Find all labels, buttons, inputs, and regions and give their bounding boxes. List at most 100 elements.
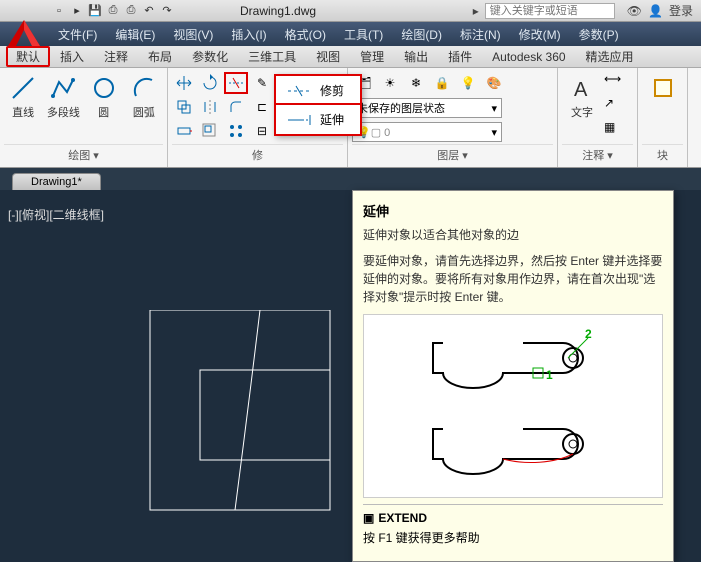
window-title: Drawing1.dwg xyxy=(180,4,473,18)
command-icon: ▣ xyxy=(363,511,374,525)
menu-bar: 文件(F) 编辑(E) 视图(V) 插入(I) 格式(O) 工具(T) 绘图(D… xyxy=(0,22,701,46)
panel-draw: 直线 多段线 圆 圆弧 绘图 ▾ xyxy=(0,68,168,167)
panel-block-title[interactable]: 块 xyxy=(642,144,683,163)
tab-3dtools[interactable]: 三维工具 xyxy=(238,46,306,67)
trim-icon xyxy=(286,84,312,98)
tab-a360[interactable]: Autodesk 360 xyxy=(482,48,575,66)
menu-edit[interactable]: 编辑(E) xyxy=(107,23,163,46)
layer-state-combo[interactable]: 未保存的图层状态▾ xyxy=(352,98,502,118)
tooltip-illustration: 1 2 xyxy=(363,314,663,498)
tool-text[interactable]: A 文字 xyxy=(562,72,602,144)
svg-text:1: 1 xyxy=(546,368,553,382)
tool-arc[interactable]: 圆弧 xyxy=(125,72,163,144)
binoculars-icon[interactable]: 👁 xyxy=(627,4,642,18)
qat-new-icon[interactable]: ▫ xyxy=(52,4,66,18)
document-tabs: Drawing1* xyxy=(0,168,701,190)
panel-draw-title[interactable]: 绘图 ▾ xyxy=(4,144,163,163)
dropdown-icon[interactable]: ▸ xyxy=(473,4,479,18)
layer-off-icon[interactable]: 💡 xyxy=(456,72,480,94)
layer-iso-icon[interactable]: ☀ xyxy=(378,72,402,94)
tool-polyline-label: 多段线 xyxy=(47,104,80,120)
menu-view[interactable]: 视图(V) xyxy=(165,23,221,46)
ribbon-tabs: 默认 插入 注释 布局 参数化 三维工具 视图 管理 输出 插件 Autodes… xyxy=(0,46,701,68)
app-logo[interactable] xyxy=(4,16,44,52)
svg-text:2: 2 xyxy=(585,327,592,341)
tool-array-icon[interactable] xyxy=(224,120,248,142)
tooltip-summary: 延伸对象以适合其他对象的边 xyxy=(363,226,663,244)
extend-icon xyxy=(286,113,312,127)
tooltip-command: EXTEND xyxy=(378,511,427,525)
trim-extend-flyout: 修剪 延伸 xyxy=(274,74,362,136)
tab-view[interactable]: 视图 xyxy=(306,46,350,67)
qat-plot-icon[interactable]: ⎙ xyxy=(124,4,138,18)
qat-redo-icon[interactable]: ↷ xyxy=(160,4,174,18)
tool-scale-icon[interactable] xyxy=(198,120,222,142)
svg-text:A: A xyxy=(574,79,588,101)
tab-plugins[interactable]: 插件 xyxy=(438,46,482,67)
flyout-extend-label: 延伸 xyxy=(320,111,344,128)
menu-insert[interactable]: 插入(I) xyxy=(223,23,274,46)
tool-copy-icon[interactable] xyxy=(172,96,196,118)
tool-table-icon[interactable]: ▦ xyxy=(604,120,628,142)
tool-polyline[interactable]: 多段线 xyxy=(44,72,82,144)
tool-line-label: 直线 xyxy=(12,104,34,120)
flyout-trim[interactable]: 修剪 xyxy=(276,76,360,105)
login-link[interactable]: 登录 xyxy=(669,2,693,19)
quick-access-toolbar: ▫ ▸ 💾 ⎙ ⎙ ↶ ↷ xyxy=(46,4,180,18)
tool-block-insert[interactable] xyxy=(643,72,683,144)
tool-mirror-icon[interactable] xyxy=(198,96,222,118)
tool-fillet-icon[interactable] xyxy=(224,96,248,118)
layer-match-icon[interactable]: 🎨 xyxy=(482,72,506,94)
tool-move-icon[interactable] xyxy=(172,72,196,94)
tab-output[interactable]: 输出 xyxy=(394,46,438,67)
panel-layer-title[interactable]: 图层 ▾ xyxy=(352,144,553,163)
tab-parametric[interactable]: 参数化 xyxy=(182,46,238,67)
document-tab-1[interactable]: Drawing1* xyxy=(12,173,101,190)
menu-param[interactable]: 参数(P) xyxy=(571,23,627,46)
title-bar: ▫ ▸ 💾 ⎙ ⎙ ↶ ↷ Drawing1.dwg ▸ 👁 👤 登录 xyxy=(0,0,701,22)
tool-rotate-icon[interactable] xyxy=(198,72,222,94)
menu-dim[interactable]: 标注(N) xyxy=(452,23,509,46)
panel-anno-title[interactable]: 注释 ▾ xyxy=(562,144,633,163)
user-icon[interactable]: 👤 xyxy=(648,4,663,18)
tool-erase-icon[interactable]: ✎ xyxy=(250,72,274,94)
tooltip-detail: 要延伸对象，请首先选择边界，然后按 Enter 键并选择要延伸的对象。要将所有对… xyxy=(363,252,663,306)
tool-offset-icon[interactable]: ⊏ xyxy=(250,96,274,118)
tab-featured[interactable]: 精选应用 xyxy=(576,46,644,67)
menu-format[interactable]: 格式(O) xyxy=(277,23,334,46)
menu-tools[interactable]: 工具(T) xyxy=(336,23,391,46)
drawing-canvas[interactable]: [-][俯视][二维线框] 延伸 延伸对象以适合其他对象的边 要延伸对象，请首先… xyxy=(0,190,701,562)
qat-saveas-icon[interactable]: ⎙ xyxy=(106,4,120,18)
qat-undo-icon[interactable]: ↶ xyxy=(142,4,156,18)
tool-text-label: 文字 xyxy=(571,104,593,120)
tool-leader-icon[interactable]: ↗ xyxy=(604,96,628,118)
tab-layout[interactable]: 布局 xyxy=(138,46,182,67)
tooltip-help: 按 F1 键获得更多帮助 xyxy=(363,529,663,546)
menu-draw[interactable]: 绘图(D) xyxy=(393,23,450,46)
tool-dim-icon[interactable]: ⟷ xyxy=(604,72,628,94)
layer-current-combo[interactable]: 💡 ▢ 0▾ xyxy=(352,122,502,142)
menu-file[interactable]: 文件(F) xyxy=(50,23,105,46)
tab-manage[interactable]: 管理 xyxy=(350,46,394,67)
tab-insert[interactable]: 插入 xyxy=(50,46,94,67)
drawing-geometry xyxy=(140,310,350,530)
tool-circle[interactable]: 圆 xyxy=(85,72,123,144)
tool-stretch-icon[interactable] xyxy=(172,120,196,142)
layer-freeze-icon[interactable]: ❄ xyxy=(404,72,428,94)
tab-annotate[interactable]: 注释 xyxy=(94,46,138,67)
viewport-label[interactable]: [-][俯视][二维线框] xyxy=(8,206,104,223)
layer-state-text: 未保存的图层状态 xyxy=(357,100,445,116)
layer-lock-icon[interactable]: 🔒 xyxy=(430,72,454,94)
tool-trim-icon[interactable] xyxy=(224,72,248,94)
menu-modify[interactable]: 修改(M) xyxy=(511,23,569,46)
flyout-extend[interactable]: 延伸 xyxy=(274,103,362,136)
search-input[interactable] xyxy=(485,3,615,19)
qat-save-icon[interactable]: 💾 xyxy=(88,4,102,18)
qat-open-icon[interactable]: ▸ xyxy=(70,4,84,18)
tool-line[interactable]: 直线 xyxy=(4,72,42,144)
panel-modify-title[interactable]: 修 xyxy=(172,144,343,163)
tool-circle-label: 圆 xyxy=(98,104,109,120)
panel-annotation: A 文字 ⟷ ↗ ▦ 注释 ▾ xyxy=(558,68,638,167)
tool-break-icon[interactable]: ⊟ xyxy=(250,120,274,142)
panel-block: 块 xyxy=(638,68,688,167)
